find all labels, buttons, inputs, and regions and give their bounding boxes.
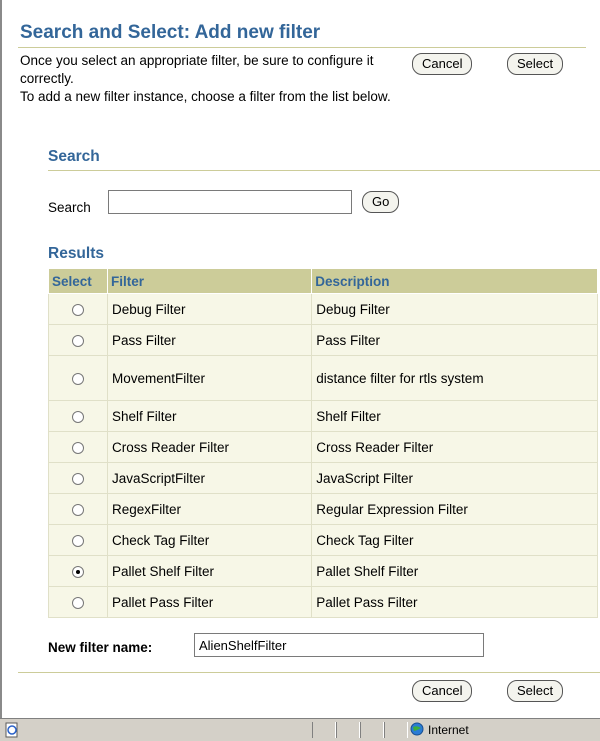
filter-radio-button[interactable]	[72, 596, 84, 609]
filter-description-cell: Check Tag Filter	[311, 524, 598, 556]
results-table: Select Filter Description Debug Filter D…	[48, 268, 598, 618]
filter-radio-button[interactable]	[72, 565, 84, 578]
search-heading: Search	[48, 148, 100, 165]
table-row: Cross Reader Filter Cross Reader Filter	[48, 431, 598, 463]
cancel-button-bottom[interactable]: Cancel	[412, 680, 473, 702]
select-cell	[48, 586, 108, 618]
intro-line-1: Once you select an appropriate filter, b…	[20, 53, 374, 86]
filter-description-cell: Debug Filter	[311, 293, 598, 325]
bottom-divider	[18, 672, 600, 673]
search-label: Search	[48, 200, 91, 215]
select-cell	[48, 324, 108, 356]
new-filter-name-input[interactable]	[194, 633, 484, 657]
filter-name-cell: Check Tag Filter	[106, 524, 313, 556]
table-row: Pallet Shelf Filter Pallet Shelf Filter	[48, 555, 598, 587]
column-header-filter: Filter	[106, 268, 313, 294]
globe-icon	[410, 722, 424, 736]
filter-description-cell: Pass Filter	[311, 324, 598, 356]
select-cell	[48, 431, 108, 463]
column-header-description: Description	[311, 268, 598, 294]
filter-radio-button[interactable]	[72, 334, 84, 347]
table-row: Check Tag Filter Check Tag Filter	[48, 524, 598, 556]
results-header-row: Select Filter Description	[48, 268, 598, 294]
table-row: Debug Filter Debug Filter	[48, 293, 598, 325]
new-filter-name-label: New filter name:	[48, 640, 153, 655]
security-zone: Internet	[410, 722, 596, 738]
filter-description-cell: JavaScript Filter	[311, 462, 598, 494]
select-cell	[48, 493, 108, 525]
search-divider	[48, 170, 600, 171]
filter-description-cell: Pallet Pass Filter	[311, 586, 598, 618]
security-zone-label: Internet	[428, 723, 469, 737]
filter-description-cell: Shelf Filter	[311, 400, 598, 432]
ie-page-icon	[5, 722, 18, 738]
status-pane	[336, 722, 360, 738]
title-divider	[18, 47, 586, 48]
filter-name-cell: Pallet Pass Filter	[106, 586, 313, 618]
filter-description-cell: Pallet Shelf Filter	[311, 555, 598, 587]
status-pane	[384, 722, 408, 738]
results-heading: Results	[48, 245, 104, 262]
status-pane	[360, 722, 384, 738]
intro-text: Once you select an appropriate filter, b…	[20, 52, 400, 106]
filter-name-cell: Cross Reader Filter	[106, 431, 313, 463]
search-input[interactable]	[108, 190, 352, 214]
filter-name-cell: Debug Filter	[106, 293, 313, 325]
filter-description-cell: Regular Expression Filter	[311, 493, 598, 525]
window-frame-left	[0, 0, 2, 718]
table-row: MovementFilter distance filter for rtls …	[48, 355, 598, 401]
select-cell	[48, 524, 108, 556]
filter-name-cell: JavaScriptFilter	[106, 462, 313, 494]
select-button-bottom[interactable]: Select	[507, 680, 564, 702]
filter-name-cell: MovementFilter	[106, 355, 313, 401]
browser-status-bar: Internet	[0, 718, 600, 741]
table-row: Shelf Filter Shelf Filter	[48, 400, 598, 432]
select-cell	[48, 355, 108, 401]
filter-name-cell: Shelf Filter	[106, 400, 313, 432]
go-button[interactable]: Go	[362, 191, 400, 213]
status-pane	[312, 722, 336, 738]
intro-line-2: To add a new filter instance, choose a f…	[20, 89, 391, 104]
select-button-top[interactable]: Select	[507, 53, 564, 75]
filter-description-cell: distance filter for rtls system	[311, 355, 598, 401]
filter-name-cell: RegexFilter	[106, 493, 313, 525]
filter-radio-button[interactable]	[72, 472, 84, 485]
table-row: Pass Filter Pass Filter	[48, 324, 598, 356]
cancel-button-top[interactable]: Cancel	[412, 53, 473, 75]
column-header-select: Select	[48, 268, 108, 294]
select-cell	[48, 400, 108, 432]
filter-radio-button[interactable]	[72, 410, 84, 423]
filter-radio-button[interactable]	[72, 372, 84, 385]
table-row: JavaScriptFilter JavaScript Filter	[48, 462, 598, 494]
select-cell	[48, 293, 108, 325]
filter-radio-button[interactable]	[72, 534, 84, 547]
table-row: RegexFilter Regular Expression Filter	[48, 493, 598, 525]
filter-description-cell: Cross Reader Filter	[311, 431, 598, 463]
filter-radio-button[interactable]	[72, 441, 84, 454]
select-cell	[48, 555, 108, 587]
filter-radio-button[interactable]	[72, 303, 84, 316]
filter-name-cell: Pass Filter	[106, 324, 313, 356]
page-title: Search and Select: Add new filter	[20, 22, 321, 43]
filter-name-cell: Pallet Shelf Filter	[106, 555, 313, 587]
select-cell	[48, 462, 108, 494]
table-row: Pallet Pass Filter Pallet Pass Filter	[48, 586, 598, 618]
filter-radio-button[interactable]	[72, 503, 84, 516]
